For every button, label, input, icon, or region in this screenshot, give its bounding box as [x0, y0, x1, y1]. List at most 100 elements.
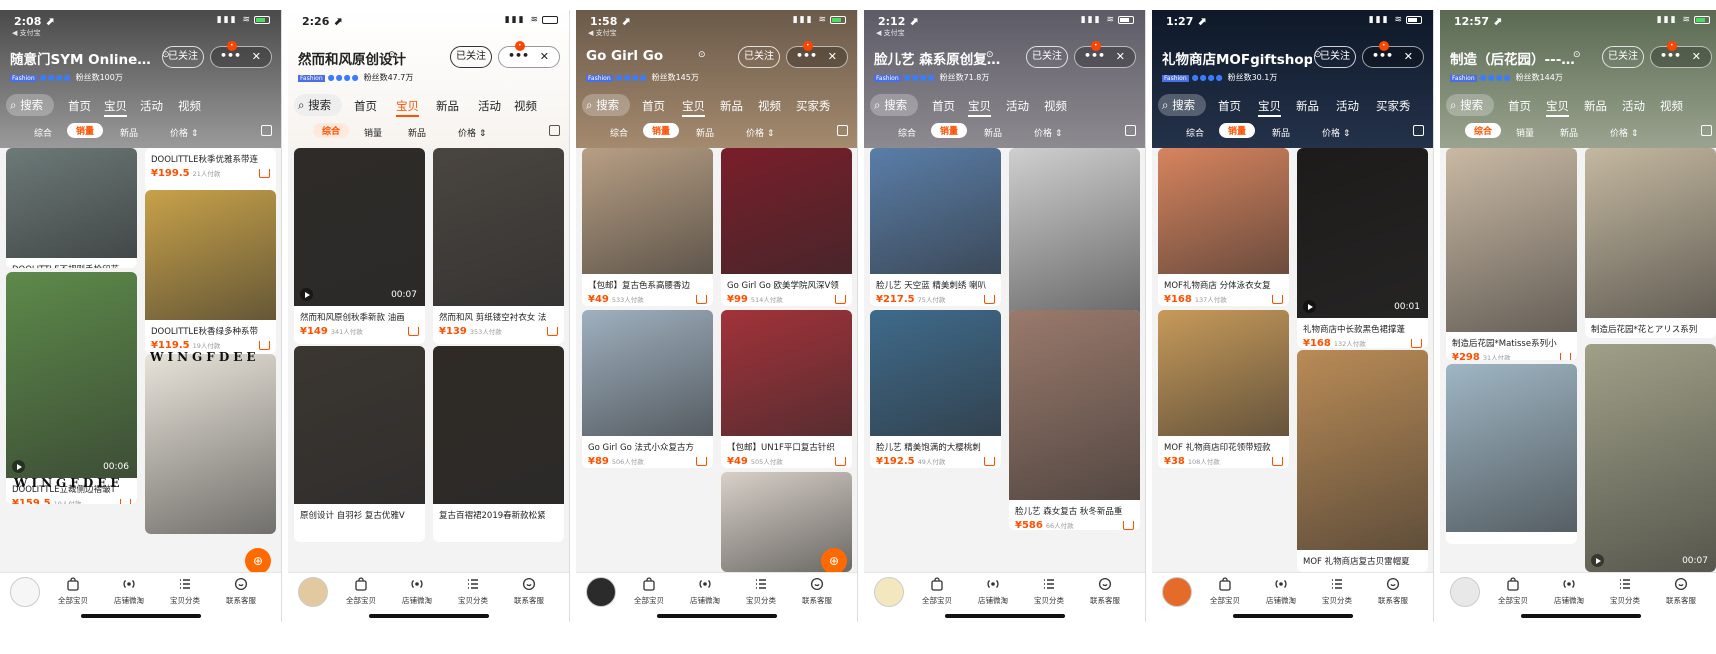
bottom-tab-list[interactable]: 宝贝分类 [1314, 577, 1360, 606]
more-close-capsule[interactable]: ••• • ✕ [1650, 41, 1712, 68]
tab-active[interactable]: 宝贝 [1258, 98, 1281, 117]
sort-tab[interactable]: 综合 [1186, 126, 1204, 139]
more-close-capsule[interactable]: ••• • ✕ [1362, 41, 1424, 68]
sort-tab[interactable]: 销量 [1516, 126, 1534, 139]
tab-active[interactable]: 宝贝 [396, 98, 419, 117]
bottom-tab-radio[interactable]: 店铺微淘 [106, 577, 152, 606]
tab-active[interactable]: 宝贝 [1546, 98, 1569, 117]
bottom-tab-bag[interactable]: 全部宝贝 [1202, 577, 1248, 606]
product-card[interactable]: 00:07 然而和风原创秋季新款 油画 ¥149 341人付款 [294, 148, 425, 344]
follow-button[interactable]: 已关注 [450, 46, 492, 68]
product-image[interactable] [6, 148, 137, 258]
product-card[interactable]: 00:07 [1585, 344, 1716, 572]
product-image[interactable] [1297, 350, 1428, 550]
product-card[interactable]: 复古百褶裙2019春新款松紧 [433, 346, 564, 542]
bottom-tab-radio[interactable]: 店铺微淘 [394, 577, 440, 606]
cart-icon[interactable] [1272, 457, 1283, 466]
bottom-tab-radio[interactable]: 店铺微淘 [1546, 577, 1592, 606]
sort-tab[interactable]: 综合 [898, 126, 916, 139]
sort-tab[interactable]: 销量 [67, 123, 104, 138]
product-image[interactable] [1158, 310, 1289, 436]
grid-view-icon[interactable] [837, 125, 848, 136]
product-image[interactable] [1158, 148, 1289, 274]
product-card[interactable]: 脸儿艺 精美饱满的大樱桃刺 ¥192.5 49人付款 [870, 310, 1001, 468]
more-close-capsule[interactable]: ••• • ✕ [786, 41, 848, 68]
info-icon[interactable]: ⊙ [388, 50, 396, 60]
follow-button[interactable]: 已关注 [1026, 46, 1068, 68]
tab-nav[interactable]: 新品 [1296, 98, 1319, 114]
product-card[interactable]: Go Girl Go 欧美学院风深V领 ¥99 514人付款 [721, 148, 852, 306]
product-image[interactable] [145, 354, 276, 534]
product-image[interactable] [721, 148, 852, 274]
product-card[interactable]: Go Girl Go 法式小众复古方 ¥89 506人付款 [582, 310, 713, 468]
cart-icon[interactable] [835, 295, 846, 304]
cart-icon[interactable] [835, 457, 846, 466]
play-icon[interactable] [12, 460, 25, 473]
product-image[interactable] [1009, 148, 1140, 318]
tab-nav[interactable]: 活动 [478, 98, 501, 114]
more-close-capsule[interactable]: ••• • ✕ [1074, 41, 1136, 68]
search-button[interactable]: ⌕ 搜索 [294, 94, 342, 116]
follow-button[interactable]: 已关注 [1314, 46, 1356, 68]
product-image[interactable] [1446, 148, 1577, 332]
tab-nav[interactable]: 首页 [354, 98, 377, 114]
cart-icon[interactable] [696, 295, 707, 304]
product-image[interactable] [433, 148, 564, 306]
sort-tab[interactable]: 销量 [1219, 123, 1256, 138]
close-icon[interactable]: ✕ [540, 50, 549, 63]
product-image[interactable] [1297, 148, 1428, 318]
product-image[interactable] [1585, 344, 1716, 572]
bottom-tab-bag[interactable]: 全部宝贝 [1490, 577, 1536, 606]
grid-view-icon[interactable] [1701, 125, 1712, 136]
sort-tab[interactable]: 新品 [1560, 126, 1578, 139]
bottom-tab-chat[interactable]: 联系客服 [1370, 577, 1416, 606]
tab-nav[interactable]: 视频 [758, 98, 781, 114]
play-icon[interactable] [1591, 554, 1604, 567]
cart-icon[interactable] [408, 327, 419, 336]
tab-active[interactable]: 宝贝 [682, 98, 705, 117]
info-icon[interactable]: ⊙ [986, 50, 994, 60]
product-card[interactable]: DOOLITTLE秋香绿多种系带 ¥119.5 19人付款 [145, 190, 276, 354]
product-card[interactable]: MOF礼物商店 分体泳衣女复 ¥168 137人付款 [1158, 148, 1289, 306]
cart-icon[interactable] [259, 341, 270, 350]
info-icon[interactable]: ⊙ [1573, 50, 1581, 60]
sort-tab[interactable]: 价格 ⇕ [746, 126, 774, 139]
product-card[interactable] [145, 354, 276, 534]
sort-tab[interactable]: 价格 ⇕ [1610, 126, 1638, 139]
follow-button[interactable]: 已关注 [1602, 46, 1644, 68]
product-card[interactable]: 脸儿艺 天空蓝 精美刺绣 喇叭 ¥217.5 75人付款 [870, 148, 1001, 306]
grid-view-icon[interactable] [549, 125, 560, 136]
tab-nav[interactable]: 视频 [1660, 98, 1683, 114]
cart-icon[interactable] [696, 457, 707, 466]
search-button[interactable]: ⌕ 搜索 [870, 94, 918, 116]
cart-icon[interactable] [984, 295, 995, 304]
tab-nav[interactable]: 首页 [1508, 98, 1531, 114]
bottom-tab-chat[interactable]: 联系客服 [218, 577, 264, 606]
grid-view-icon[interactable] [1125, 125, 1136, 136]
product-card[interactable]: 脸儿艺 森女复古 秋冬新品重 ¥586 66人付款 [1009, 310, 1140, 530]
search-button[interactable]: ⌕ 搜索 [6, 94, 54, 116]
play-icon[interactable] [1303, 300, 1316, 313]
tab-nav[interactable]: 新品 [1584, 98, 1607, 114]
cart-icon[interactable] [259, 169, 270, 178]
close-icon[interactable]: ✕ [252, 50, 261, 63]
tab-nav[interactable]: 活动 [1336, 98, 1359, 114]
sort-tab[interactable]: 价格 ⇕ [458, 126, 486, 139]
sort-tab[interactable]: 销量 [364, 126, 382, 139]
grid-view-icon[interactable] [261, 125, 272, 136]
product-image[interactable] [433, 346, 564, 504]
bottom-tab-list[interactable]: 宝贝分类 [162, 577, 208, 606]
tab-nav[interactable]: 活动 [1006, 98, 1029, 114]
cart-icon[interactable] [984, 457, 995, 466]
sort-tab[interactable]: 销量 [643, 123, 680, 138]
tab-nav[interactable]: 新品 [720, 98, 743, 114]
search-button[interactable]: ⌕ 搜索 [1158, 94, 1206, 116]
sort-tab[interactable]: 新品 [120, 126, 138, 139]
bottom-tab-list[interactable]: 宝贝分类 [1602, 577, 1648, 606]
product-card[interactable]: 制造后花园*花とアリス系列¥35836人付款 [1585, 148, 1716, 338]
sort-tab[interactable]: 综合 [34, 126, 52, 139]
close-icon[interactable]: ✕ [1692, 50, 1701, 63]
tab-nav[interactable]: 新品 [436, 98, 459, 114]
tab-nav[interactable]: 买家秀 [1376, 98, 1411, 114]
cart-icon[interactable] [1411, 339, 1422, 348]
